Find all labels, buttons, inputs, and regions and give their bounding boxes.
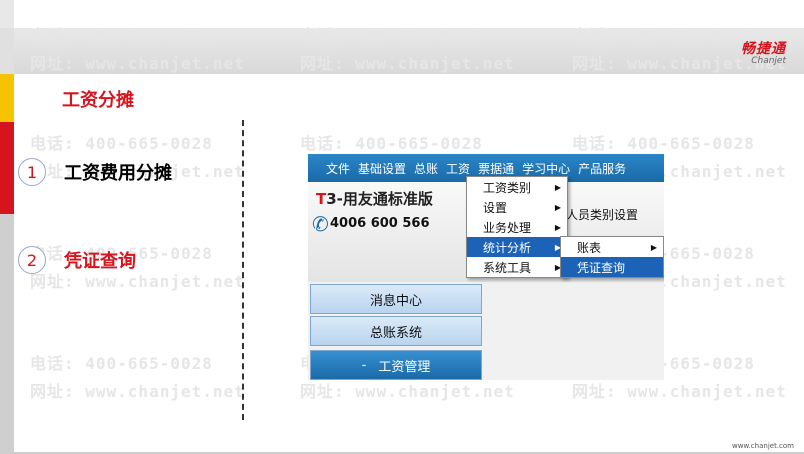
banner-title-t: T [316,190,327,208]
watermark-site: 网址: www.chanjet.net [300,54,515,73]
menu-item-label: 凭证查询 [577,260,626,275]
menu-item-reports[interactable]: 账表 ▶ [561,237,663,257]
menu-learning[interactable]: 学习中心 [522,160,570,177]
arrow-right-icon: ▶ [554,222,561,232]
nav-general-ledger[interactable]: 总账系统 [310,316,482,346]
side-strip [0,74,14,122]
brand-logo: 畅捷通 Chanjet [741,38,786,66]
watermark-phone: 电话: 400-665-0028 [30,26,213,45]
arrow-right-icon: ▶ [650,242,657,252]
menu-product-service[interactable]: 产品服务 [578,160,626,177]
watermark-phone: 电话: 400-665-0028 [572,134,755,153]
banner-title-text: 3-用友通标准版 [326,190,433,208]
slide: 电话: 400-665-0028 网址: www.chanjet.net 电话:… [0,0,804,454]
watermark-site: 网址: www.chanjet.net [300,382,515,401]
menu-item-payroll-category[interactable]: 工资类别 ▶ [467,177,567,197]
nav-payroll-management[interactable]: - 工资管理 [310,350,482,380]
menu-item-label: 业务处理 [483,220,532,235]
watermark-phone: 电话: 400-665-0028 [572,26,755,45]
menu-item-business-processing[interactable]: 业务处理 ▶ [467,217,567,237]
watermark-phone: 电话: 400-665-0028 [30,134,213,153]
menu-item-label: 账表 [577,240,602,255]
nav-message-center[interactable]: 消息中心 [310,284,482,314]
menu-item-label: 工资类别 [483,180,532,195]
app-phone: 4006 600 566 [330,216,430,231]
side-strip [0,28,14,74]
step-label: 工资费用分摊 [64,163,172,184]
menu-bill[interactable]: 票据通 [478,160,514,177]
phone-icon: ✆ [312,212,329,236]
step-number: 1 [18,158,46,186]
menu-file[interactable]: 文件 [326,160,350,177]
arrow-right-icon: ▶ [554,202,561,212]
collapse-icon: - [361,357,367,373]
menu-general-ledger[interactable]: 总账 [414,160,438,177]
step-1: 1 工资费用分摊 [0,158,172,186]
app-banner-title: T3-用友通标准版 [316,188,433,209]
watermark-phone: 电话: 400-665-0028 [300,26,483,45]
nav-label: 工资管理 [378,359,431,375]
watermark-site: 网址: www.chanjet.net [30,54,245,73]
personnel-category-settings[interactable]: 人员类别设置 [566,206,638,223]
watermark-site: 网址: www.chanjet.net [572,382,787,401]
app-screenshot: 文件 基础设置 总账 工资 票据通 学习中心 产品服务 T3-用友通标准版 ✆ … [308,154,664,380]
statistics-submenu: 账表 ▶ 凭证查询 [560,236,664,278]
menu-item-label: 系统工具 [483,260,532,275]
payroll-dropdown: 工资类别 ▶ 设置 ▶ 业务处理 ▶ 统计分析 ▶ 系统工具 ▶ [466,176,568,278]
dashed-divider [242,120,244,420]
menu-item-statistics[interactable]: 统计分析 ▶ [467,237,567,257]
step-2: 2 凭证查询 [0,246,136,274]
menu-payroll[interactable]: 工资 [446,160,470,177]
footer-url: www.chanjet.com [732,442,794,450]
arrow-right-icon: ▶ [554,182,561,192]
menu-basic-settings[interactable]: 基础设置 [358,160,406,177]
step-number: 2 [18,246,46,274]
menu-item-voucher-query[interactable]: 凭证查询 [561,257,663,277]
menu-item-system-tools[interactable]: 系统工具 ▶ [467,257,567,277]
side-strip [0,0,14,28]
menu-item-label: 设置 [483,200,508,215]
brand-logo-cn: 畅捷通 [741,41,786,57]
watermark-phone: 电话: 400-665-0028 [30,354,213,373]
section-title: 工资分摊 [62,90,134,111]
menu-item-label: 统计分析 [483,240,532,255]
step-label: 凭证查询 [64,251,136,272]
watermark-site: 网址: www.chanjet.net [30,382,245,401]
menu-item-settings[interactable]: 设置 ▶ [467,197,567,217]
watermark-phone: 电话: 400-665-0028 [300,134,483,153]
